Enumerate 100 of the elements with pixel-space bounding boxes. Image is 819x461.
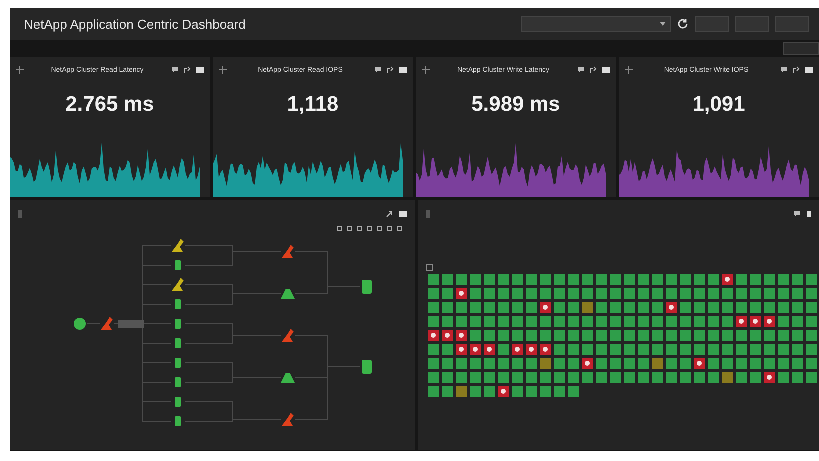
vm-node-icon[interactable] (175, 397, 181, 407)
storage-node-icon[interactable] (362, 360, 372, 374)
status-tile[interactable] (806, 330, 817, 341)
alert-tile[interactable] (722, 274, 733, 285)
status-tile[interactable] (708, 372, 719, 383)
status-tile[interactable] (666, 330, 677, 341)
status-tile[interactable] (582, 274, 593, 285)
status-tile[interactable] (806, 316, 817, 327)
status-tile[interactable] (470, 386, 481, 397)
status-tile[interactable] (428, 344, 439, 355)
status-tile[interactable] (652, 358, 663, 369)
alert-tile[interactable] (526, 344, 537, 355)
status-tile[interactable] (540, 358, 551, 369)
status-tile[interactable] (568, 316, 579, 327)
status-tile[interactable] (470, 358, 481, 369)
status-tile[interactable] (708, 274, 719, 285)
vm-node-icon[interactable] (175, 338, 181, 348)
status-tile[interactable] (624, 358, 635, 369)
host-node-icon[interactable] (281, 373, 295, 383)
status-tile[interactable] (484, 288, 495, 299)
status-tile[interactable] (806, 344, 817, 355)
status-tile[interactable] (806, 288, 817, 299)
status-tile[interactable] (750, 274, 761, 285)
status-tile[interactable] (652, 330, 663, 341)
status-tile[interactable] (750, 358, 761, 369)
status-tile[interactable] (722, 344, 733, 355)
status-tile[interactable] (428, 274, 439, 285)
status-tile[interactable] (456, 274, 467, 285)
status-tile[interactable] (554, 386, 565, 397)
status-tile[interactable] (596, 316, 607, 327)
status-tile[interactable] (610, 316, 621, 327)
status-tile[interactable] (652, 274, 663, 285)
menu-icon[interactable] (399, 67, 407, 73)
alert-tile[interactable] (470, 344, 481, 355)
menu-icon[interactable] (807, 211, 811, 217)
status-tile[interactable] (554, 288, 565, 299)
status-tile[interactable] (736, 344, 747, 355)
comment-icon[interactable] (171, 66, 179, 74)
status-tile[interactable] (638, 330, 649, 341)
status-tile[interactable] (722, 316, 733, 327)
endpoint-node-icon[interactable] (74, 318, 86, 330)
status-tile[interactable] (638, 302, 649, 313)
status-tile[interactable] (792, 274, 803, 285)
alert-tile[interactable] (442, 330, 453, 341)
status-tile[interactable] (484, 386, 495, 397)
status-tile[interactable] (484, 274, 495, 285)
share-icon[interactable] (387, 66, 394, 74)
status-tile[interactable] (428, 316, 439, 327)
status-tile[interactable] (694, 372, 705, 383)
status-tile[interactable] (778, 358, 789, 369)
status-tile[interactable] (526, 288, 537, 299)
vm-node-icon[interactable] (175, 358, 181, 368)
status-tile[interactable] (540, 372, 551, 383)
status-tile[interactable] (442, 344, 453, 355)
status-tile[interactable] (638, 288, 649, 299)
status-tile[interactable] (512, 386, 523, 397)
status-tile[interactable] (512, 316, 523, 327)
status-tile[interactable] (596, 372, 607, 383)
status-tile[interactable] (750, 372, 761, 383)
service-node-icon[interactable] (282, 329, 294, 342)
refresh-icon[interactable] (677, 18, 689, 30)
status-tile[interactable] (442, 302, 453, 313)
storage-node-icon[interactable] (362, 280, 372, 294)
status-tile[interactable] (526, 358, 537, 369)
status-tile[interactable] (806, 358, 817, 369)
status-tile[interactable] (806, 302, 817, 313)
service-node-icon[interactable] (101, 317, 113, 330)
status-tile[interactable] (764, 274, 775, 285)
status-tile[interactable] (792, 316, 803, 327)
vm-node-icon[interactable] (175, 300, 181, 310)
status-tile[interactable] (778, 302, 789, 313)
status-tile[interactable] (750, 288, 761, 299)
status-tile[interactable] (498, 344, 509, 355)
status-tile[interactable] (638, 372, 649, 383)
status-tile[interactable] (512, 274, 523, 285)
status-tile[interactable] (456, 316, 467, 327)
status-tile[interactable] (498, 274, 509, 285)
alert-tile[interactable] (540, 302, 551, 313)
status-tile[interactable] (750, 330, 761, 341)
menu-icon[interactable] (196, 67, 204, 73)
alert-tile[interactable] (764, 316, 775, 327)
status-tile[interactable] (568, 372, 579, 383)
status-tile[interactable] (526, 274, 537, 285)
status-tile[interactable] (750, 344, 761, 355)
status-tile[interactable] (792, 288, 803, 299)
status-tile[interactable] (680, 288, 691, 299)
status-tile[interactable] (428, 288, 439, 299)
status-tile[interactable] (610, 288, 621, 299)
alert-tile[interactable] (764, 372, 775, 383)
status-tile[interactable] (778, 288, 789, 299)
status-tile[interactable] (610, 274, 621, 285)
status-tile[interactable] (484, 358, 495, 369)
status-tile[interactable] (428, 372, 439, 383)
status-tile[interactable] (484, 316, 495, 327)
status-tile[interactable] (624, 274, 635, 285)
comment-icon[interactable] (793, 210, 801, 218)
status-tile[interactable] (764, 288, 775, 299)
comment-icon[interactable] (780, 66, 788, 74)
add-icon[interactable] (422, 66, 430, 74)
status-tile[interactable] (666, 358, 677, 369)
